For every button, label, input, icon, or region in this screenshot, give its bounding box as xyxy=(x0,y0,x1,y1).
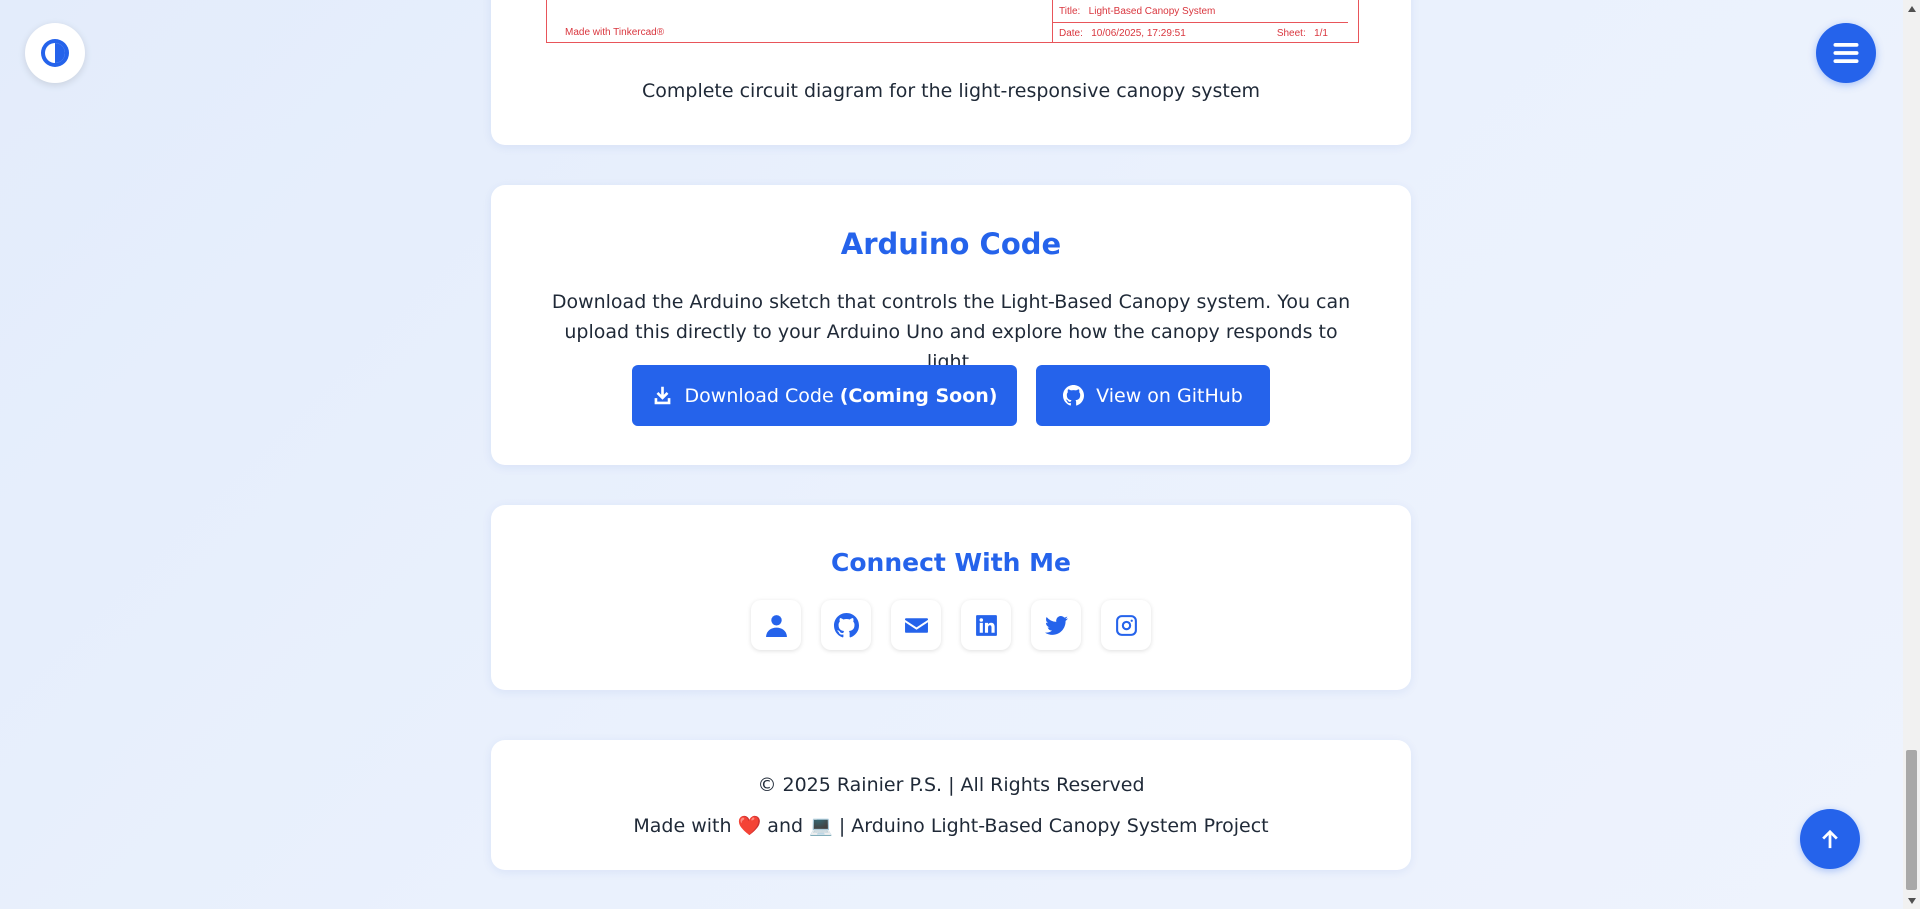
footer-project: | Arduino Light-Based Canopy System Proj… xyxy=(838,815,1269,837)
page-scrollbar[interactable] xyxy=(1903,0,1920,909)
schematic-sheet-label: Sheet: xyxy=(1276,28,1306,39)
schematic-title-block: Title: Light-Based Canopy System Date: 1… xyxy=(1052,0,1348,43)
download-icon xyxy=(654,386,670,405)
social-links xyxy=(491,600,1411,650)
footer-made-with: Made with xyxy=(633,815,732,837)
schematic-date-value: 10/06/2025, 17:29:51 xyxy=(1091,28,1186,39)
social-link-twitter[interactable] xyxy=(1031,600,1081,650)
user-icon xyxy=(765,614,787,637)
connect-card: Connect With Me xyxy=(491,505,1411,690)
schematic-title: Title: Light-Based Canopy System xyxy=(1059,6,1215,17)
heart-icon: ❤️ xyxy=(737,815,762,837)
arduino-code-title: Arduino Code xyxy=(840,227,1062,261)
footer-and: and xyxy=(767,815,804,837)
scroll-down-arrow[interactable] xyxy=(1903,892,1920,909)
scroll-to-top-button[interactable] xyxy=(1800,809,1860,869)
diagram-caption: Complete circuit diagram for the light-r… xyxy=(641,80,1261,102)
contrast-icon xyxy=(41,39,69,67)
social-link-linkedin[interactable] xyxy=(961,600,1011,650)
linkedin-icon xyxy=(975,614,997,636)
footer: © 2025 Rainier P.S. | All Rights Reserve… xyxy=(491,740,1411,870)
hamburger-menu-icon xyxy=(1833,43,1859,63)
schematic-made-with: Made with Tinkercad® xyxy=(565,27,665,38)
schematic-sheet: Sheet: 1/1 xyxy=(1277,28,1328,39)
social-link-email[interactable] xyxy=(891,600,941,650)
scroll-up-arrow[interactable] xyxy=(1903,0,1920,17)
arduino-code-description: Download the Arduino sketch that control… xyxy=(551,291,1351,373)
coming-soon-badge: (Coming Soon) xyxy=(839,384,998,407)
github-icon xyxy=(833,612,859,637)
social-link-github[interactable] xyxy=(821,600,871,650)
circuit-schematic-image: Made with Tinkercad® Title: Light-Based … xyxy=(546,0,1359,43)
triangle-up-icon xyxy=(1907,5,1916,12)
theme-toggle-button[interactable] xyxy=(25,23,85,83)
schematic-title-label: Title: xyxy=(1059,6,1081,17)
schematic-title-value: Light-Based Canopy System xyxy=(1088,6,1216,17)
schematic-sheet-value: 1/1 xyxy=(1314,28,1328,39)
footer-copyright: © 2025 Rainier P.S. | All Rights Reserve… xyxy=(757,774,1145,796)
arduino-code-card: Arduino Code Download the Arduino sketch… xyxy=(491,185,1411,465)
schematic-date-row: Date: 10/06/2025, 17:29:51 Sheet: 1/1 xyxy=(1059,28,1342,39)
menu-button[interactable] xyxy=(1816,23,1876,83)
github-icon xyxy=(1063,385,1085,406)
scrollbar-thumb[interactable] xyxy=(1906,750,1917,890)
download-code-label: Download Code xyxy=(684,384,834,407)
schematic-date-label: Date: xyxy=(1059,28,1083,39)
footer-credits: Made with ❤️ and 💻 | Arduino Light-Based… xyxy=(491,814,1411,837)
social-link-profile[interactable] xyxy=(751,600,801,650)
email-icon xyxy=(904,617,928,633)
view-on-github-button[interactable]: View on GitHub xyxy=(1036,365,1270,426)
connect-title: Connect With Me xyxy=(831,548,1071,577)
social-link-instagram[interactable] xyxy=(1101,600,1151,650)
laptop-icon: 💻 xyxy=(809,815,833,837)
triangle-down-icon xyxy=(1907,897,1916,904)
download-code-button[interactable]: Download Code (Coming Soon) xyxy=(632,365,1017,426)
view-on-github-label: View on GitHub xyxy=(1096,384,1243,407)
twitter-icon xyxy=(1044,615,1068,635)
circuit-diagram-card: Made with Tinkercad® Title: Light-Based … xyxy=(491,0,1411,145)
instagram-icon xyxy=(1115,614,1137,636)
arrow-up-icon xyxy=(1822,829,1838,849)
